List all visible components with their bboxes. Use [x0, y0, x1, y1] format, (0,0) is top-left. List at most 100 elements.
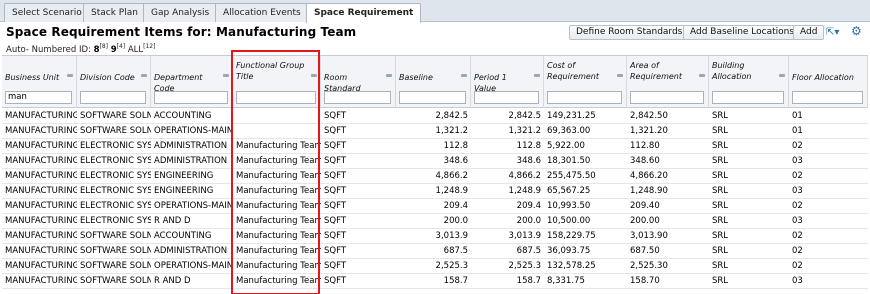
export-icon[interactable]: ⇱▾ — [826, 26, 846, 39]
sort-icon[interactable] — [386, 74, 392, 77]
cell-floor-allocation: 02 — [792, 246, 803, 256]
cell-cost-of-requirement: 5,922.00 — [547, 141, 585, 151]
table-row[interactable]: MANUFACTURING SOFTWARE SOLN. OPERATIONS-MA… — [2, 124, 868, 139]
cell-functional-group-title: Manufacturing Team — [236, 216, 321, 226]
sort-icon[interactable] — [141, 74, 147, 77]
tab-allocation-events[interactable]: Allocation Events — [215, 3, 309, 22]
tab-gap-analysis[interactable]: Gap Analysis — [143, 3, 218, 22]
cell-baseline: 112.8 — [443, 141, 468, 151]
cell-building-allocation: SRL — [712, 246, 729, 256]
add-button[interactable]: Add — [793, 25, 825, 40]
cell-building-allocation: SRL — [712, 141, 729, 151]
cell-building-allocation: SRL — [712, 261, 729, 271]
filter-input-business-unit[interactable]: man — [5, 91, 72, 104]
cell-period-1-value: 158.7 — [516, 276, 541, 286]
cell-functional-group-title: Manufacturing Team — [236, 261, 321, 271]
column-header-functional-group-title[interactable]: Functional Group Title — [233, 56, 321, 108]
column-header-baseline[interactable]: Baseline — [396, 56, 471, 108]
column-header-label: Baseline — [399, 72, 458, 83]
cell-cost-of-requirement: 69,363.00 — [547, 126, 591, 136]
table-row[interactable]: MANUFACTURING SOFTWARE SOLN. OPERATIONS-MA… — [2, 259, 868, 274]
sort-icon[interactable] — [534, 74, 540, 77]
column-header-division-code[interactable]: Division Code — [77, 56, 151, 108]
filter-input-baseline[interactable] — [399, 91, 466, 104]
cell-period-1-value: 2,842.5 — [508, 111, 541, 121]
sort-icon[interactable] — [67, 74, 73, 77]
column-header-label: Floor Allocation — [792, 72, 855, 83]
column-header-cost-of-requirement[interactable]: Cost of Requirement — [544, 56, 627, 108]
cell-cost-of-requirement: 18,301.50 — [547, 156, 591, 166]
cell-cost-of-requirement: 65,567.25 — [547, 186, 591, 196]
cell-area-of-requirement: 1,248.90 — [630, 186, 668, 196]
column-header-line2: Floor Allocation — [792, 73, 854, 82]
table-row[interactable]: MANUFACTURING ELECTRONIC SYS. ENGINEERING M… — [2, 184, 868, 199]
sort-icon[interactable] — [223, 74, 229, 77]
cell-baseline: 1,248.9 — [435, 186, 468, 196]
table-row[interactable]: MANUFACTURING ELECTRONIC SYS. ADMINISTRATI… — [2, 154, 868, 169]
table-row[interactable]: MANUFACTURING SOFTWARE SOLN. ACCOUNTING SQF… — [2, 109, 868, 124]
grid-header: Business Unit man Division Code Department … — [2, 56, 868, 108]
column-header-department-code[interactable]: Department Code — [151, 56, 233, 108]
table-row[interactable]: MANUFACTURING ELECTRONIC SYS. ADMINISTRATI… — [2, 139, 868, 154]
cell-room-standard: SQFT — [324, 126, 347, 136]
cell-building-allocation: SRL — [712, 111, 729, 121]
sort-icon[interactable] — [461, 74, 467, 77]
cell-cost-of-requirement: 149,231.25 — [547, 111, 596, 121]
column-header-period-1-value[interactable]: Period 1 Value — [471, 56, 544, 108]
space-requirement-grid: Business Unit man Division Code Department … — [2, 55, 868, 294]
cell-functional-group-title — [233, 109, 321, 124]
column-header-label: Division Code — [80, 72, 138, 83]
tab-space-requirement[interactable]: Space Requirement — [306, 3, 422, 23]
table-row[interactable]: MANUFACTURING ELECTRONIC SYS. R AND D Manuf… — [2, 214, 868, 229]
cell-floor-allocation: 03 — [792, 276, 803, 286]
column-header-line2: Baseline — [399, 73, 433, 82]
auto-id-all[interactable]: ALL — [128, 45, 143, 55]
auto-numbered-id: Auto- Numbered ID: 8[8] 9[4] ALL[12] — [6, 43, 155, 55]
filter-input-functional-group-title[interactable] — [236, 91, 316, 104]
filter-input-period-1-value[interactable] — [474, 91, 539, 104]
column-header-building-allocation[interactable]: Building Allocation — [709, 56, 789, 108]
filter-input-room-standard[interactable] — [324, 91, 391, 104]
cell-cost-of-requirement: 132,578.25 — [547, 261, 596, 271]
filter-input-floor-allocation[interactable] — [792, 91, 863, 104]
cell-building-allocation: SRL — [712, 231, 729, 241]
cell-area-of-requirement: 2,842.50 — [630, 111, 668, 121]
filter-input-division-code[interactable] — [80, 91, 146, 104]
filter-input-area-of-requirement[interactable] — [630, 91, 704, 104]
sort-icon[interactable] — [311, 74, 317, 77]
column-header-line1: Cost of — [547, 61, 576, 70]
table-row[interactable]: MANUFACTURING SOFTWARE SOLN. R AND D Manufa… — [2, 274, 868, 289]
cell-area-of-requirement: 4,866.20 — [630, 171, 668, 181]
table-row[interactable]: MANUFACTURING ELECTRONIC SYS. OPERATIONS-M… — [2, 199, 868, 214]
filter-input-building-allocation[interactable] — [712, 91, 784, 104]
tab-stack-plan[interactable]: Stack Plan — [83, 3, 146, 22]
table-row[interactable]: MANUFACTURING ELECTRONIC SYS. ENGINEERING M… — [2, 169, 868, 184]
tab-select-scenario[interactable]: Select Scenario — [4, 3, 90, 22]
filter-input-cost-of-requirement[interactable] — [547, 91, 622, 104]
cell-functional-group-title: Manufacturing Team — [236, 246, 321, 256]
cell-baseline: 4,866.2 — [435, 171, 468, 181]
sort-icon[interactable] — [779, 74, 785, 77]
table-row[interactable]: MANUFACTURING SOFTWARE SOLN. ACCOUNTING Man… — [2, 229, 868, 244]
gear-icon[interactable]: ⚙ — [851, 25, 864, 38]
column-header-business-unit[interactable]: Business Unit man — [2, 56, 77, 108]
add-baseline-locations-button[interactable]: Add Baseline Locations — [683, 25, 802, 40]
table-row[interactable]: MANUFACTURING SOFTWARE SOLN. ADMINISTRATIO… — [2, 244, 868, 259]
page-title: Space Requirement Items for: Manufacturi… — [6, 25, 357, 39]
column-header-line1: Building — [712, 61, 745, 70]
sort-icon[interactable] — [699, 74, 705, 77]
cell-building-allocation: SRL — [712, 216, 729, 226]
cell-department-code: ENGINEERING — [154, 171, 214, 181]
filter-input-department-code[interactable] — [154, 91, 228, 104]
cell-floor-allocation: 02 — [792, 141, 803, 151]
cell-business-unit: MANUFACTURING — [5, 186, 77, 196]
column-header-area-of-requirement[interactable]: Area of Requirement — [627, 56, 709, 108]
column-header-room-standard[interactable]: Room Standard — [321, 56, 396, 108]
cell-division-code: ELECTRONIC SYS. — [80, 201, 151, 211]
cell-building-allocation: SRL — [712, 201, 729, 211]
column-header-floor-allocation[interactable]: Floor Allocation — [789, 56, 868, 108]
define-room-standards-button[interactable]: Define Room Standards — [569, 25, 690, 40]
column-header-label: Area of Requirement — [630, 60, 696, 82]
cell-period-1-value: 209.4 — [516, 201, 541, 211]
sort-icon[interactable] — [617, 74, 623, 77]
